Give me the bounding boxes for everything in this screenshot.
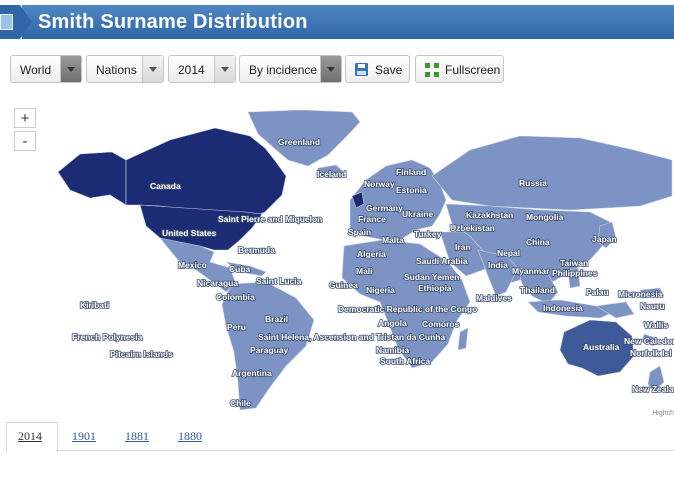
label-nauru: Nauru (640, 301, 665, 311)
label-saudi-arabia: Saudi Arabia (416, 256, 468, 266)
label-argentina: Argentina (232, 368, 272, 378)
label-sudan: Sudan (404, 272, 430, 282)
chevron-down-icon[interactable] (214, 56, 235, 82)
region-select-value: World (20, 63, 52, 77)
chevron-down-icon[interactable] (320, 56, 341, 82)
label-palau: Palau (586, 287, 609, 297)
label-myanmar: Myanmar (512, 266, 550, 276)
label-micronesia: Micronesia (618, 289, 663, 299)
measure-select[interactable]: By incidence (239, 55, 342, 83)
map-svg: Greenland Iceland Canada United States S… (57, 109, 674, 411)
tab-1881[interactable]: 1881 (125, 429, 149, 444)
fullscreen-icon (425, 63, 439, 77)
label-namibia: Namibia (376, 345, 409, 355)
fullscreen-button[interactable]: Fullscreen (415, 55, 504, 83)
tab-1880[interactable]: 1880 (178, 429, 202, 444)
label-kazakhstan: Kazakhstan (466, 210, 513, 220)
label-australia: Australia (583, 342, 620, 352)
world-map[interactable]: Greenland Iceland Canada United States S… (0, 100, 674, 420)
label-pitcairn: Pitcairn Islands (110, 349, 173, 359)
label-algeria: Algeria (357, 249, 386, 259)
russia-shape[interactable] (431, 135, 673, 211)
label-french-polynesia: French Polynesia (72, 332, 143, 342)
label-iran: Iran (455, 242, 471, 252)
chevron-down-icon[interactable] (142, 56, 163, 82)
label-colombia: Colombia (216, 292, 255, 302)
label-new-caledonia: New Caledon (624, 336, 674, 346)
save-button-label: Save (375, 63, 403, 77)
label-peru: Peru (227, 322, 246, 332)
tabs-divider (56, 450, 674, 451)
label-nicaragua: Nicaragua (197, 278, 238, 288)
year-tabs: 2014 1901 1881 1880 (0, 420, 674, 452)
label-kiribati: Kiribati (80, 300, 109, 310)
madagascar-shape[interactable] (457, 327, 469, 351)
level-select-value: Nations (96, 63, 137, 77)
chart-credit[interactable]: Highch (652, 410, 674, 417)
save-icon (355, 63, 368, 76)
label-yemen: Yemen (432, 272, 459, 282)
label-finland: Finland (396, 167, 426, 177)
label-india: India (488, 260, 508, 270)
alaska-shape[interactable] (57, 151, 127, 206)
label-france: France (358, 214, 386, 224)
label-norfolk: Norfolk Isl (630, 348, 672, 358)
region-select[interactable]: World (10, 55, 82, 83)
label-germany: Germany (366, 203, 403, 213)
label-malta: Malta (382, 235, 404, 245)
chevron-down-icon[interactable] (60, 56, 81, 82)
page-header: Smith Surname Distribution (0, 0, 674, 42)
label-uzbekistan: Uzbekistan (450, 223, 495, 233)
label-bermuda: Bermuda (238, 245, 275, 255)
label-mexico: Mexico (178, 260, 207, 270)
label-mali: Mali (356, 266, 373, 276)
label-philippines: Philippines (552, 268, 598, 278)
header-chevron-icon (20, 5, 32, 39)
label-saint-helena: Saint Helena, Ascension and Tristan da C… (258, 332, 445, 342)
label-greenland: Greenland (278, 137, 320, 147)
label-new-zealand: New Zeala (632, 384, 674, 394)
measure-select-value: By incidence (249, 63, 318, 77)
label-estonia: Estonia (396, 185, 427, 195)
label-indonesia: Indonesia (543, 303, 583, 313)
label-cuba: Cuba (229, 264, 251, 274)
label-guinea: Guinea (329, 280, 358, 290)
label-saint-pierre: Saint Pierre and Miquelon (218, 214, 322, 224)
label-nigeria: Nigeria (366, 285, 395, 295)
year-select-value: 2014 (178, 63, 205, 77)
tab-2014[interactable]: 2014 (18, 429, 42, 444)
level-select[interactable]: Nations (86, 55, 164, 83)
label-chile: Chile (230, 398, 251, 408)
label-paraguay: Paraguay (250, 345, 289, 355)
label-drc: Democratic Republic of the Congo (338, 304, 477, 314)
label-norway: Norway (364, 179, 395, 189)
label-japan: Japan (592, 234, 617, 244)
label-maldives: Maldives (476, 293, 512, 303)
label-turkey: Turkey (414, 229, 442, 239)
label-nepal: Nepal (497, 248, 520, 258)
label-taiwan: Taiwan (560, 258, 588, 268)
label-angola: Angola (378, 318, 407, 328)
label-china: China (526, 237, 550, 247)
save-button[interactable]: Save (345, 55, 410, 83)
fullscreen-button-label: Fullscreen (445, 63, 501, 77)
app-logo-icon (0, 14, 13, 30)
label-united-states: United States (162, 228, 217, 238)
year-select[interactable]: 2014 (168, 55, 236, 83)
label-south-africa: South Africa (380, 356, 430, 366)
label-saint-lucia: Saint Lucia (256, 276, 302, 286)
page-title: Smith Surname Distribution (38, 11, 308, 33)
label-thailand: Thailand (520, 285, 555, 295)
label-russia: Russia (519, 178, 547, 188)
label-ethiopia: Ethiopia (418, 283, 452, 293)
label-iceland: Iceland (317, 169, 346, 179)
label-spain: Spain (348, 227, 371, 237)
label-ukraine: Ukraine (402, 209, 433, 219)
label-canada: Canada (150, 181, 181, 191)
label-brazil: Brazil (265, 314, 288, 324)
tab-1901[interactable]: 1901 (72, 429, 96, 444)
label-comoros: Comoros (422, 319, 460, 329)
label-mongolia: Mongolia (526, 212, 564, 222)
label-wallis: Wallis (644, 320, 669, 330)
